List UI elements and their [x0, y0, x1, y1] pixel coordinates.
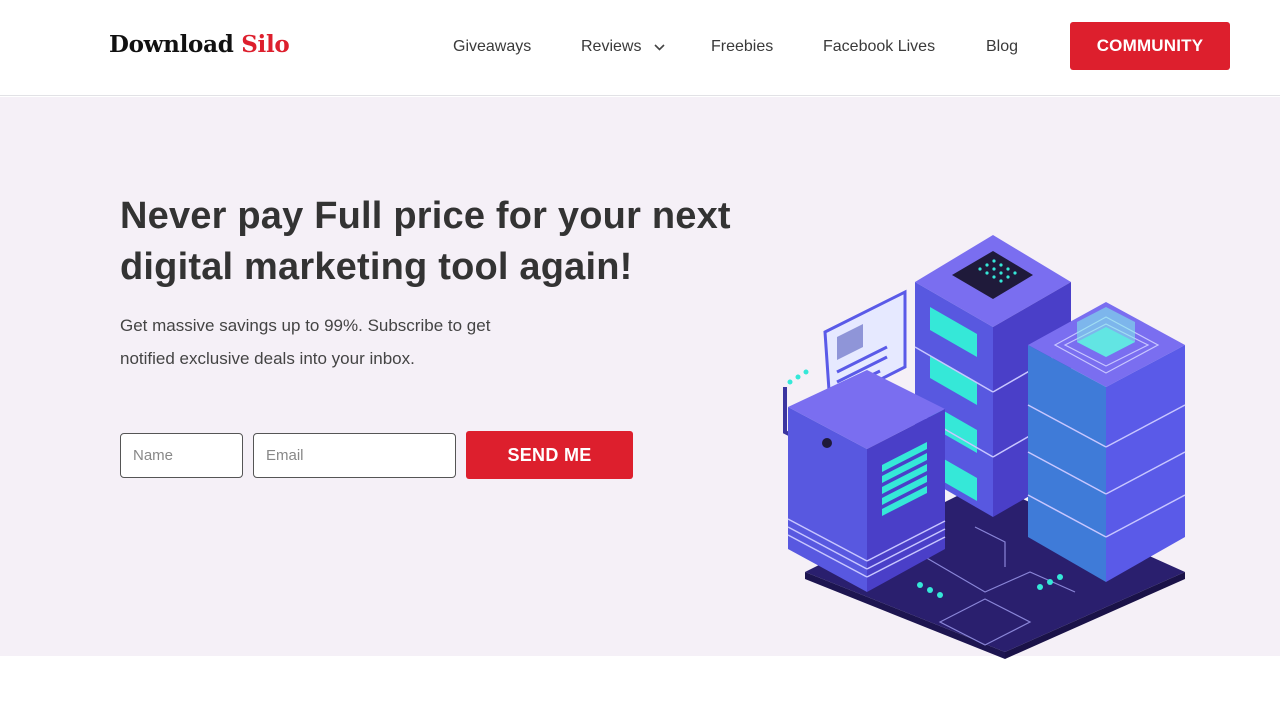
chevron-down-icon [654, 37, 665, 57]
community-button[interactable]: COMMUNITY [1070, 22, 1230, 70]
server-stack-graphic [783, 235, 1186, 659]
site-header: Download Silo Giveaways Reviews Freebies… [0, 0, 1280, 96]
nav-item-facebook-lives[interactable]: Facebook Lives [823, 37, 935, 57]
name-input[interactable] [120, 433, 243, 478]
nav-item-blog[interactable]: Blog [986, 37, 1018, 57]
hero-subtitle: Get massive savings up to 99%. Subscribe… [120, 316, 491, 368]
nav-item-giveaways[interactable]: Giveaways [453, 37, 531, 57]
hero-title: Never pay Full price for your next digit… [120, 195, 731, 288]
hero-section: Never pay Full price for your next digit… [0, 97, 1280, 659]
email-input[interactable] [253, 433, 456, 478]
nav-item-freebies[interactable]: Freebies [711, 37, 773, 57]
nav-item-reviews[interactable]: Reviews [581, 37, 665, 57]
send-me-button[interactable]: SEND ME [466, 431, 633, 479]
nav-item-reviews-label: Reviews [581, 38, 642, 56]
servers-illustration [775, 227, 1195, 662]
